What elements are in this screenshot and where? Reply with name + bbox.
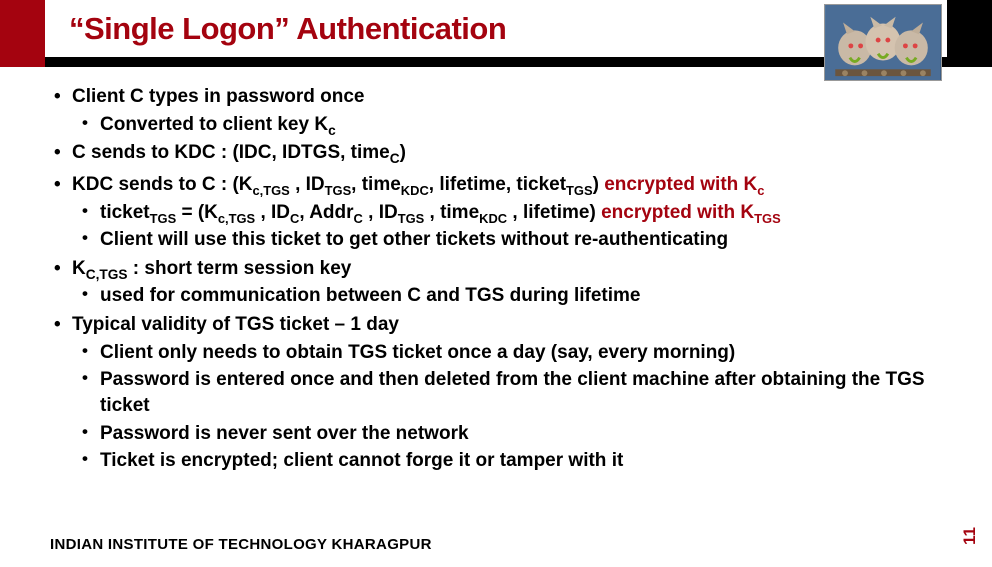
bullet-text: ) (593, 174, 605, 195)
bullet-item: Password is entered once and then delete… (72, 367, 940, 418)
content-area: Client C types in password once Converte… (50, 84, 940, 477)
bullet-text: , Addr (299, 202, 353, 223)
bullet-text: = (K (176, 202, 218, 223)
slide-title: “Single Logon” Authentication (69, 11, 506, 47)
bullet-text: , ID (290, 174, 325, 195)
bullet-text: Password is never sent over the network (100, 423, 469, 444)
bullet-item: Converted to client key Kc (72, 112, 940, 138)
subscript: c,TGS (218, 210, 255, 225)
bullet-text: Client only needs to obtain TGS ticket o… (100, 342, 735, 363)
bullet-item: Client only needs to obtain TGS ticket o… (72, 340, 940, 366)
bullet-item: used for communication between C and TGS… (72, 283, 940, 309)
subscript: KDC (479, 210, 507, 225)
bullet-text: : short term session key (128, 258, 352, 279)
subscript: c,TGS (253, 183, 290, 198)
subscript: C (354, 210, 363, 225)
bullet-text: Password is entered once and then delete… (100, 369, 925, 416)
bullet-text: K (72, 258, 86, 279)
bullet-text-red: encrypted with K (604, 174, 757, 195)
bullet-text: , ID (255, 202, 290, 223)
bullet-text: , time (424, 202, 479, 223)
page-number: 11 (960, 527, 980, 545)
subscript: C (390, 151, 400, 166)
subscript: KDC (401, 183, 429, 198)
cerberus-image (824, 4, 942, 81)
bullet-text: , lifetime, ticket (429, 174, 566, 195)
bullet-text: KDC sends to C : (K (72, 174, 253, 195)
bullet-item: Client C types in password once Converte… (50, 84, 940, 137)
bullet-text-red: encrypted with K (601, 202, 754, 223)
bullet-text: ticket (100, 202, 150, 223)
bullet-text: , time (351, 174, 401, 195)
bullet-text: used for communication between C and TGS… (100, 285, 641, 306)
subscript: c (757, 183, 764, 198)
bullet-text: C sends to KDC : (IDC, IDTGS, time (72, 142, 390, 163)
bullet-text: , ID (363, 202, 398, 223)
subscript: TGS (566, 183, 593, 198)
subscript: c (328, 122, 336, 137)
subscript: C (290, 210, 299, 225)
bullet-text: Converted to client key K (100, 114, 328, 135)
bullet-item: C sends to KDC : (IDC, IDTGS, timeC) (50, 140, 940, 166)
title-strip: “Single Logon” Authentication (45, 0, 947, 57)
bullet-item: Client will use this ticket to get other… (72, 227, 940, 253)
bullet-item: Password is never sent over the network (72, 421, 940, 447)
subscript: TGS (325, 183, 352, 198)
bullet-item: ticketTGS = (Kc,TGS , IDC, AddrC , IDTGS… (72, 200, 940, 226)
bullet-text: , lifetime) (507, 202, 601, 223)
subscript: C,TGS (86, 267, 128, 282)
bullet-item: KC,TGS : short term session key used for… (50, 256, 940, 309)
bullet-text: Client C types in password once (72, 86, 364, 107)
bullet-text: ) (400, 142, 406, 163)
bullet-item: Typical validity of TGS ticket – 1 day C… (50, 312, 940, 474)
accent-block (0, 0, 45, 67)
cerberus-icon (825, 5, 941, 80)
subscript: TGS (150, 210, 177, 225)
bullet-item: Ticket is encrypted; client cannot forge… (72, 448, 940, 474)
bullet-text: Ticket is encrypted; client cannot forge… (100, 450, 623, 471)
bullet-list: Client C types in password once Converte… (50, 84, 940, 474)
slide: “Single Logon” Authentication (0, 0, 992, 567)
subscript: TGS (754, 210, 781, 225)
footer-text: INDIAN INSTITUTE OF TECHNOLOGY KHARAGPUR (50, 536, 432, 553)
subscript: TGS (398, 210, 425, 225)
bullet-text: Typical validity of TGS ticket – 1 day (72, 314, 399, 335)
bullet-item: KDC sends to C : (Kc,TGS , IDTGS, timeKD… (50, 172, 940, 253)
bullet-text: Client will use this ticket to get other… (100, 229, 728, 250)
